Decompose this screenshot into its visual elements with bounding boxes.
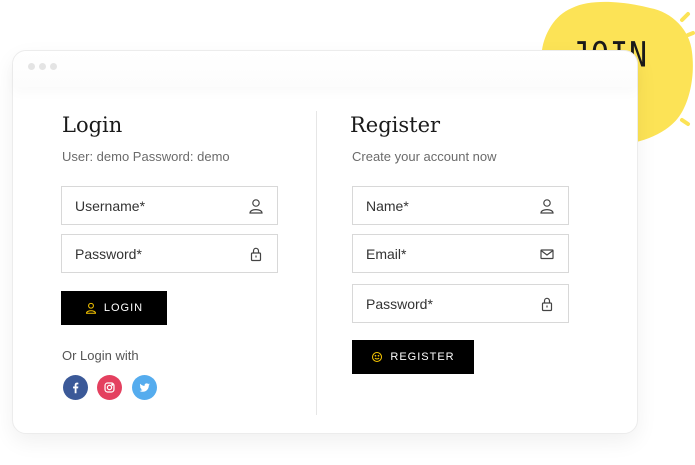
register-button-label: REGISTER [390,351,455,363]
lock-icon [541,297,553,312]
window-titlebar [13,51,637,87]
login-password-field[interactable]: Password* [61,234,278,273]
envelope-icon [540,249,554,260]
register-hint: Create your account now [352,149,497,164]
window-dot [28,63,35,70]
user-icon [540,199,554,214]
login-button-label: LOGIN [103,302,144,314]
twitter-icon [139,383,150,392]
instagram-button[interactable] [97,375,122,400]
email-placeholder: Email* [366,246,407,262]
name-field[interactable]: Name* [352,186,569,225]
name-placeholder: Name* [366,198,409,214]
register-button[interactable]: REGISTER [352,340,474,374]
username-field[interactable]: Username* [61,186,278,225]
smile-icon [372,351,383,363]
register-password-field[interactable]: Password* [352,284,569,323]
password-placeholder: Password* [75,246,142,262]
username-placeholder: Username* [75,198,146,214]
twitter-button[interactable] [132,375,157,400]
facebook-icon [73,382,79,394]
email-field[interactable]: Email* [352,234,569,273]
auth-window: Login User: demo Password: demo Username… [12,50,638,434]
facebook-button[interactable] [63,375,88,400]
login-button[interactable]: LOGIN [61,291,167,325]
social-login-label: Or Login with [62,348,139,363]
instagram-icon [104,382,115,393]
window-dot [50,63,57,70]
register-title: Register [350,113,441,137]
user-icon [85,302,96,314]
password-placeholder: Password* [366,296,433,312]
login-title: Login [62,113,123,137]
window-dot [39,63,46,70]
user-icon [249,199,263,214]
lock-icon [250,247,262,262]
login-hint: User: demo Password: demo [62,149,230,164]
column-divider [316,111,317,415]
